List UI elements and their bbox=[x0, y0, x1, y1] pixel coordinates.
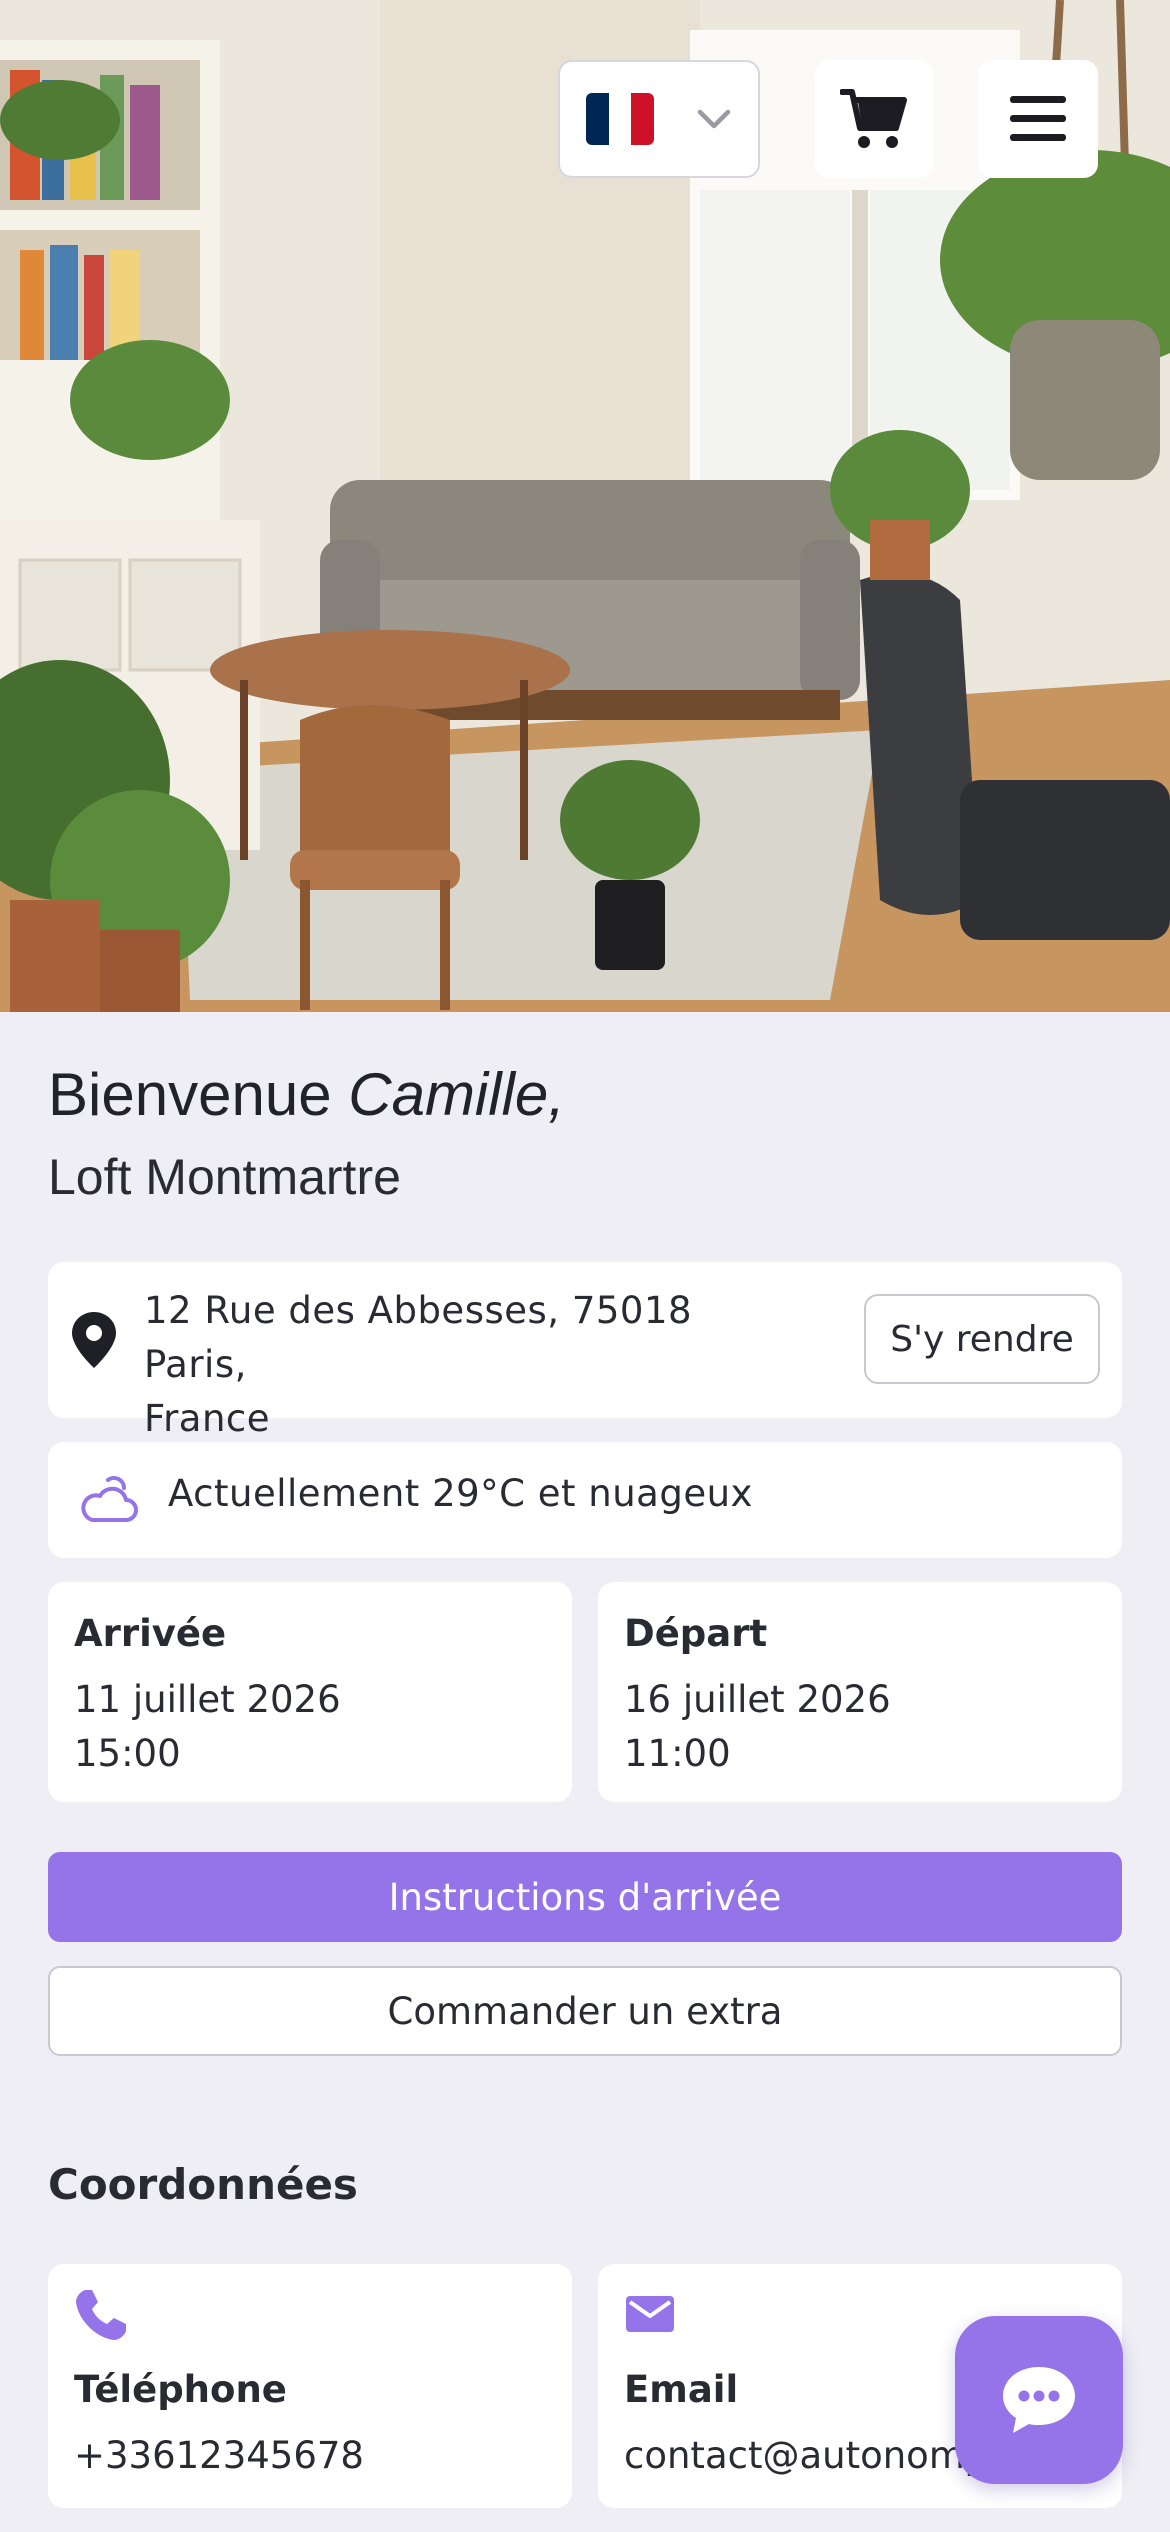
order-extra-button[interactable]: Commander un extra bbox=[48, 1966, 1122, 2056]
mail-icon bbox=[626, 2296, 674, 2332]
checkin-card: Arrivée 11 juillet 2026 15:00 bbox=[48, 1582, 572, 1802]
cart-icon bbox=[840, 89, 907, 148]
welcome-heading: Bienvenue Camille, bbox=[48, 1060, 565, 1129]
checkout-time: 11:00 bbox=[624, 1732, 731, 1775]
checkout-label: Départ bbox=[624, 1612, 768, 1655]
address-line-2: France bbox=[144, 1397, 271, 1440]
email-label: Email bbox=[624, 2368, 739, 2411]
cart-button[interactable] bbox=[815, 60, 933, 178]
guest-name: Camille, bbox=[348, 1061, 565, 1128]
greeting-word: Bienvenue bbox=[48, 1061, 332, 1128]
checkin-time: 15:00 bbox=[74, 1732, 181, 1775]
email-value: contact@autonomy bbox=[624, 2434, 987, 2477]
arrival-instructions-button[interactable]: Instructions d'arrivée bbox=[48, 1852, 1122, 1942]
hamburger-menu-icon bbox=[1010, 96, 1066, 141]
location-pin-icon bbox=[72, 1312, 116, 1368]
checkout-date: 16 juillet 2026 bbox=[624, 1678, 891, 1721]
phone-label: Téléphone bbox=[74, 2368, 287, 2411]
property-name: Loft Montmartre bbox=[48, 1149, 401, 1205]
france-flag-icon bbox=[586, 93, 654, 145]
checkin-label: Arrivée bbox=[74, 1612, 227, 1655]
directions-button[interactable]: S'y rendre bbox=[864, 1294, 1100, 1384]
phone-icon bbox=[76, 2290, 126, 2340]
chevron-down-icon bbox=[697, 109, 731, 129]
phone-card[interactable]: Téléphone +33612345678 bbox=[48, 2264, 572, 2508]
address-text: 12 Rue des Abbesses, 75018 Paris, France bbox=[144, 1284, 804, 1446]
hero-image bbox=[0, 0, 1170, 1012]
checkout-card: Départ 16 juillet 2026 11:00 bbox=[598, 1582, 1122, 1802]
menu-button[interactable] bbox=[978, 60, 1098, 178]
contact-section-title: Coordonnées bbox=[48, 2160, 358, 2209]
checkin-date: 11 juillet 2026 bbox=[74, 1678, 341, 1721]
cloud-sun-icon bbox=[81, 1476, 138, 1522]
weather-card: Actuellement 29°C et nuageux bbox=[48, 1442, 1122, 1558]
phone-value: +33612345678 bbox=[74, 2434, 364, 2477]
chat-bubble-icon bbox=[1003, 2367, 1075, 2433]
address-line-1: 12 Rue des Abbesses, 75018 Paris, bbox=[144, 1289, 693, 1386]
chat-button[interactable] bbox=[955, 2316, 1123, 2484]
language-select[interactable] bbox=[558, 60, 760, 178]
address-card: 12 Rue des Abbesses, 75018 Paris, France… bbox=[48, 1262, 1122, 1440]
weather-text: Actuellement 29°C et nuageux bbox=[168, 1472, 753, 1515]
